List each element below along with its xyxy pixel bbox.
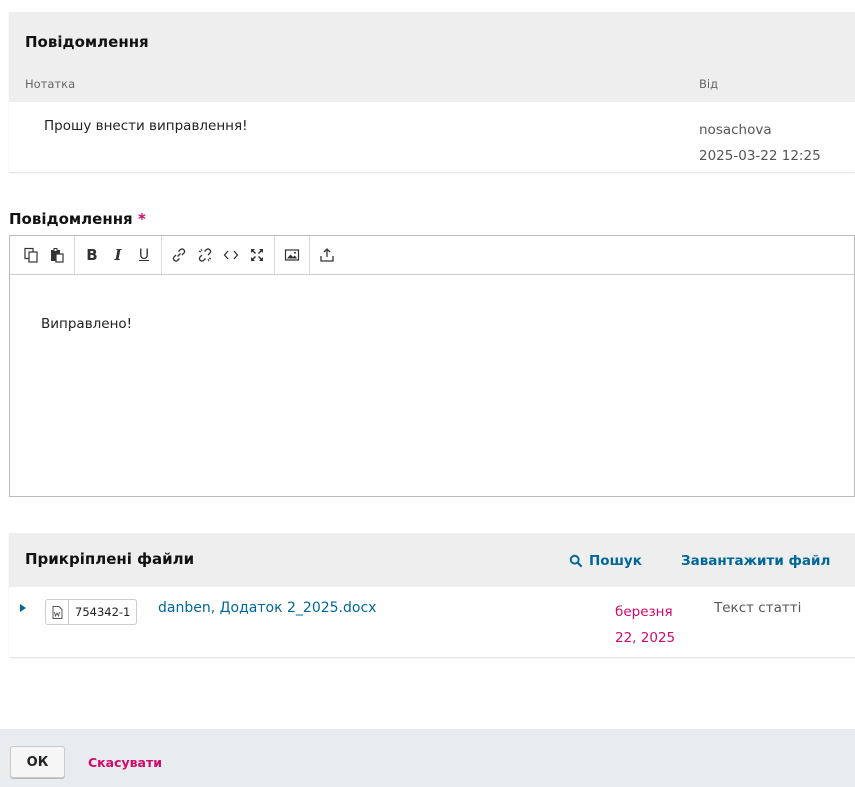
bold-icon[interactable]: B (79, 242, 105, 268)
upload-file-button[interactable]: Завантажити файл (681, 553, 830, 569)
search-icon (569, 554, 583, 568)
message-label: Повідомлення * (9, 210, 146, 228)
word-file-icon (46, 600, 69, 624)
column-header-from: Від (699, 77, 719, 91)
editor-toolbar: B I U (10, 236, 854, 275)
fullscreen-icon[interactable] (244, 242, 270, 268)
file-id-badge: 754342-1 (45, 599, 138, 625)
cancel-link[interactable]: Скасувати (88, 755, 162, 770)
toolbar-group-insert (162, 236, 275, 274)
image-icon[interactable] (279, 242, 305, 268)
toolbar-group-media (275, 236, 310, 274)
search-label: Пошук (589, 553, 642, 569)
search-button[interactable]: Пошук (569, 553, 642, 569)
note-datetime: 2025-03-22 12:25 (699, 148, 821, 164)
upload-icon[interactable] (314, 242, 340, 268)
note-user: nosachova (699, 122, 772, 138)
italic-icon[interactable]: I (105, 242, 131, 268)
column-header-note: Нотатка (25, 77, 76, 91)
notes-panel: Повідомлення Нотатка Від Прошу внести ви… (9, 12, 855, 172)
attachments-panel: Прикріплені файли Пошук Завантажити файл… (9, 533, 855, 657)
file-id: 754342-1 (75, 605, 131, 619)
notes-header: Повідомлення Нотатка Від (9, 12, 855, 102)
file-row: 754342-1 danben, Додаток 2_2025.docx бер… (9, 587, 855, 657)
message-label-text: Повідомлення (9, 210, 133, 228)
expand-row-icon[interactable] (20, 604, 26, 612)
toolbar-group-clipboard (14, 236, 75, 274)
notes-title: Повідомлення (25, 33, 149, 51)
code-icon[interactable] (218, 242, 244, 268)
attachments-header: Прикріплені файли Пошук Завантажити файл (9, 533, 855, 587)
link-icon[interactable] (166, 242, 192, 268)
attachments-title: Прикріплені файли (25, 550, 195, 568)
required-mark: * (137, 210, 146, 228)
message-editor[interactable]: B I U Виправлено! (9, 235, 855, 497)
file-date: березня 22, 2025 (615, 599, 695, 651)
note-text: Прошу внести виправлення! (44, 118, 248, 134)
toolbar-group-format: B I U (75, 236, 162, 274)
paste-icon[interactable] (44, 242, 70, 268)
note-from: nosachova 2025-03-22 12:25 (699, 117, 821, 169)
copy-icon[interactable] (18, 242, 44, 268)
unlink-icon[interactable] (192, 242, 218, 268)
file-date-line2: 22, 2025 (615, 630, 676, 646)
underline-icon[interactable]: U (131, 242, 157, 268)
modal-footer: ОК Скасувати (0, 729, 855, 787)
file-type: Текст статті (714, 600, 802, 616)
file-date-line1: березня (615, 604, 673, 620)
file-name-link[interactable]: danben, Додаток 2_2025.docx (158, 600, 376, 616)
editor-content[interactable]: Виправлено! (41, 316, 132, 332)
toolbar-group-upload (310, 236, 344, 274)
ok-button[interactable]: ОК (10, 746, 65, 778)
note-row: Прошу внести виправлення! nosachova 2025… (9, 102, 855, 172)
